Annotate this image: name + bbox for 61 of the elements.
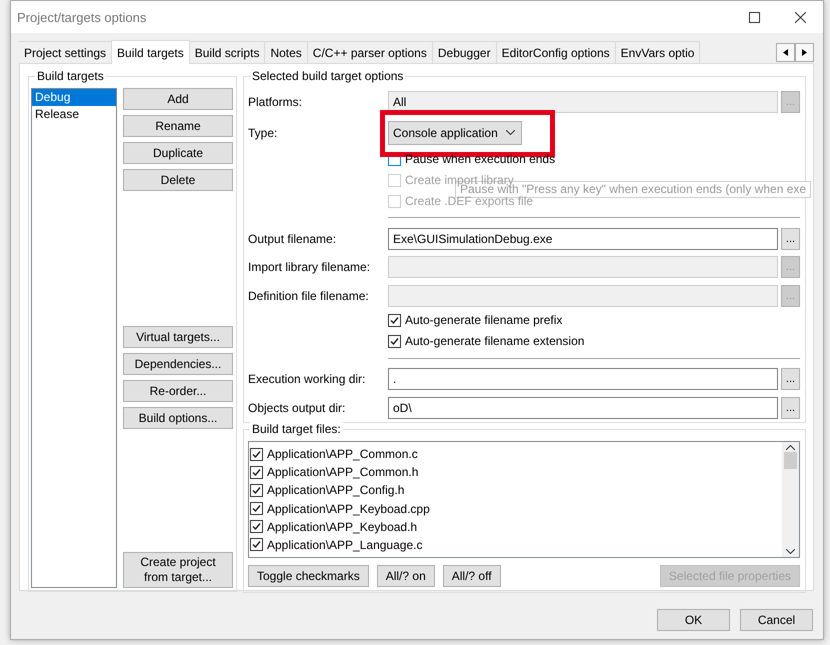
- file-name: Application\APP_Language.c: [267, 538, 422, 552]
- right-arrow-icon: [802, 49, 807, 56]
- target-button[interactable]: Duplicate: [123, 142, 233, 164]
- checkbox-label: Auto-generate filename prefix: [405, 314, 562, 328]
- window-title: Project/targets options: [17, 10, 148, 24]
- checkbox-label: Auto-generate filename extension: [405, 334, 584, 348]
- browse-button[interactable]: ...: [781, 368, 800, 390]
- checkbox[interactable]: [388, 314, 401, 328]
- file-name: Application\APP_Keyboad.h: [267, 520, 418, 534]
- target-button[interactable]: Dependencies...: [123, 353, 233, 375]
- scroll-left-button[interactable]: [776, 43, 795, 62]
- target-button[interactable]: Add: [123, 88, 233, 110]
- target-item[interactable]: Debug: [32, 89, 116, 106]
- input-field[interactable]: .: [388, 368, 778, 390]
- chevron-up-icon[interactable]: [786, 445, 795, 450]
- left-arrow-icon: [783, 49, 788, 56]
- field-label: Objects output dir:: [248, 400, 346, 415]
- tab[interactable]: Build targets: [111, 40, 190, 64]
- type-dropdown[interactable]: Console application: [388, 120, 522, 145]
- scrollbar[interactable]: [782, 442, 799, 557]
- tab[interactable]: EnvVars optio: [614, 41, 700, 64]
- field-label: Execution working dir:: [248, 372, 366, 386]
- input-field[interactable]: oD\: [388, 396, 778, 419]
- target-button[interactable]: Virtual targets...: [123, 326, 233, 348]
- checkbox[interactable]: [250, 466, 263, 479]
- field-label: Definition file filename:: [248, 288, 370, 303]
- field-label: Import library filename:: [248, 260, 372, 274]
- target-button[interactable]: Re-order...: [123, 380, 233, 402]
- scroll-thumb[interactable]: [784, 452, 797, 469]
- input-field[interactable]: Exe\GUISimulationDebug.exe: [388, 228, 778, 250]
- group-title: Build targets: [35, 69, 106, 83]
- field-label: Output filename:: [248, 232, 338, 246]
- target-button[interactable]: Delete: [123, 169, 233, 191]
- chevron-down-icon: [506, 130, 515, 136]
- target-item[interactable]: Release: [32, 106, 116, 123]
- file-button[interactable]: Toggle checkmarks: [248, 565, 369, 587]
- checkbox[interactable]: [250, 448, 263, 461]
- browse-button[interactable]: ...: [781, 228, 800, 250]
- target-button[interactable]: Build options...: [123, 407, 233, 429]
- browse-button[interactable]: ...: [781, 396, 800, 419]
- checkbox[interactable]: [250, 520, 263, 534]
- scroll-right-button[interactable]: [795, 43, 814, 62]
- file-name: Application\APP_Keyboad.cpp: [267, 502, 430, 516]
- file-button[interactable]: All/? off: [442, 565, 501, 587]
- checkbox[interactable]: [250, 538, 263, 552]
- checkbox[interactable]: [250, 502, 263, 516]
- checkbox[interactable]: [388, 334, 401, 348]
- file-button[interactable]: All/? on: [376, 565, 435, 587]
- file-name: Application\APP_Common.h: [267, 465, 418, 480]
- dialog-button[interactable]: OK: [657, 609, 730, 631]
- field-label: Platforms:: [248, 95, 304, 110]
- chevron-down-icon[interactable]: [786, 549, 795, 554]
- create-project-button[interactable]: Create project from target...: [123, 552, 233, 588]
- dialog-button[interactable]: Cancel: [740, 609, 813, 631]
- file-name: Application\APP_Config.h: [267, 483, 404, 498]
- checkbox[interactable]: [250, 484, 263, 497]
- group-title: Selected build target options: [250, 69, 406, 83]
- target-button[interactable]: Rename: [123, 115, 233, 137]
- group-title: Build target files:: [250, 422, 343, 436]
- file-name: Application\APP_Common.c: [267, 447, 418, 462]
- field-label: Type:: [248, 126, 278, 140]
